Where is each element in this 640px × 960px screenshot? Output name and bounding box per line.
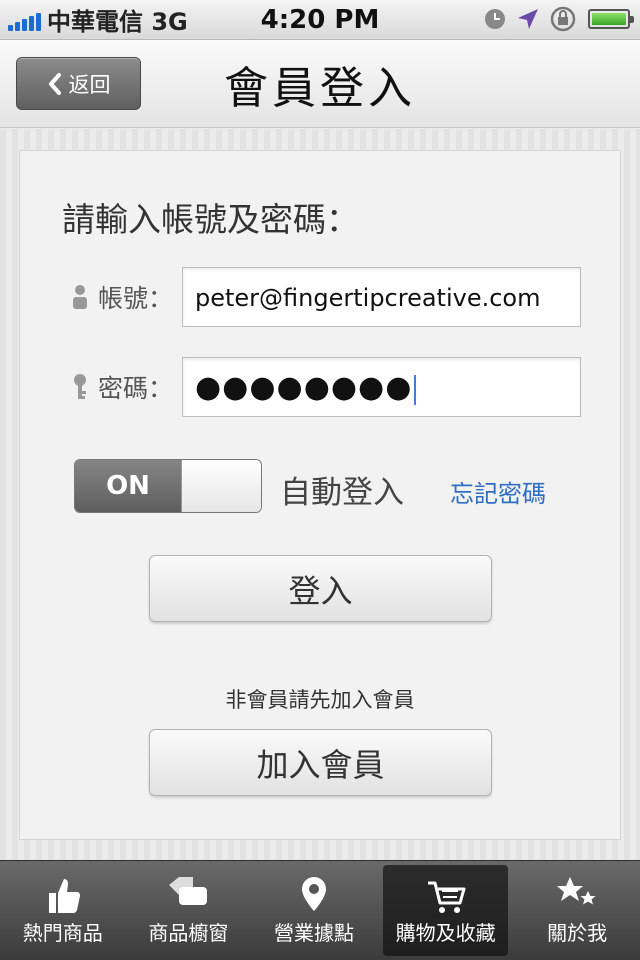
account-label: 帳號：: [72, 279, 173, 315]
status-bar: 中華電信 3G 4:20 PM: [0, 0, 640, 40]
tab-label: 熱門商品: [22, 921, 103, 945]
forgot-password-link[interactable]: 忘記密碼: [450, 474, 546, 509]
text-caret: [414, 375, 417, 405]
stars-icon: [557, 877, 596, 905]
password-label: 密碼：: [72, 369, 173, 405]
tab-shopping-favorites[interactable]: 購物及收藏: [382, 865, 509, 956]
thumbs-up-icon: [48, 879, 80, 913]
location-pin-icon: [301, 877, 326, 911]
page-title: 會員登入: [224, 63, 416, 114]
member-note: 非會員請先加入會員: [225, 688, 415, 712]
tab-label: 購物及收藏: [395, 921, 496, 945]
tab-label: 商品櫥窗: [148, 921, 229, 945]
toggle-on-label: ON: [75, 460, 181, 512]
password-dots: ●●●●●●●●: [195, 370, 413, 405]
password-input[interactable]: ●●●●●●●●: [182, 357, 581, 417]
password-label-text: 密碼：: [98, 374, 174, 403]
battery-icon: [588, 9, 634, 29]
status-icons: [484, 6, 634, 32]
tab-bar: 熱門商品 商品櫥窗 營業據點 購物及收藏 關於我: [0, 860, 640, 960]
login-card: 請輸入帳號及密碼： 帳號： peter@fingertipcreative.co…: [19, 150, 621, 840]
auto-login-label: 自動登入: [280, 475, 404, 511]
password-row: 密碼： ●●●●●●●●: [20, 357, 622, 417]
tab-product-window[interactable]: 商品櫥窗: [126, 861, 252, 960]
tags-icon: [169, 877, 208, 905]
clock-icon: [485, 9, 505, 29]
join-member-button[interactable]: 加入會員: [149, 729, 492, 796]
toggle-knob: [181, 460, 261, 512]
tab-label: 關於我: [547, 921, 608, 945]
account-label-text: 帳號：: [98, 284, 174, 313]
tab-store-locations[interactable]: 營業據點: [251, 861, 377, 960]
key-icon: [74, 374, 86, 399]
navigation-bar: 返回 會員登入: [0, 40, 640, 128]
person-icon: [73, 285, 87, 309]
tab-label: 營業據點: [273, 921, 354, 945]
account-input[interactable]: peter@fingertipcreative.com: [182, 267, 581, 327]
login-prompt: 請輸入帳號及密碼：: [62, 200, 359, 239]
location-arrow-icon: [518, 9, 538, 29]
tab-hot-products[interactable]: 熱門商品: [0, 861, 126, 960]
tab-about-me[interactable]: 關於我: [514, 861, 640, 960]
cart-icon: [427, 881, 466, 913]
rotation-lock-icon: [550, 6, 576, 32]
auto-login-toggle[interactable]: ON: [74, 459, 262, 513]
account-row: 帳號： peter@fingertipcreative.com: [20, 267, 622, 327]
login-button[interactable]: 登入: [149, 555, 492, 622]
